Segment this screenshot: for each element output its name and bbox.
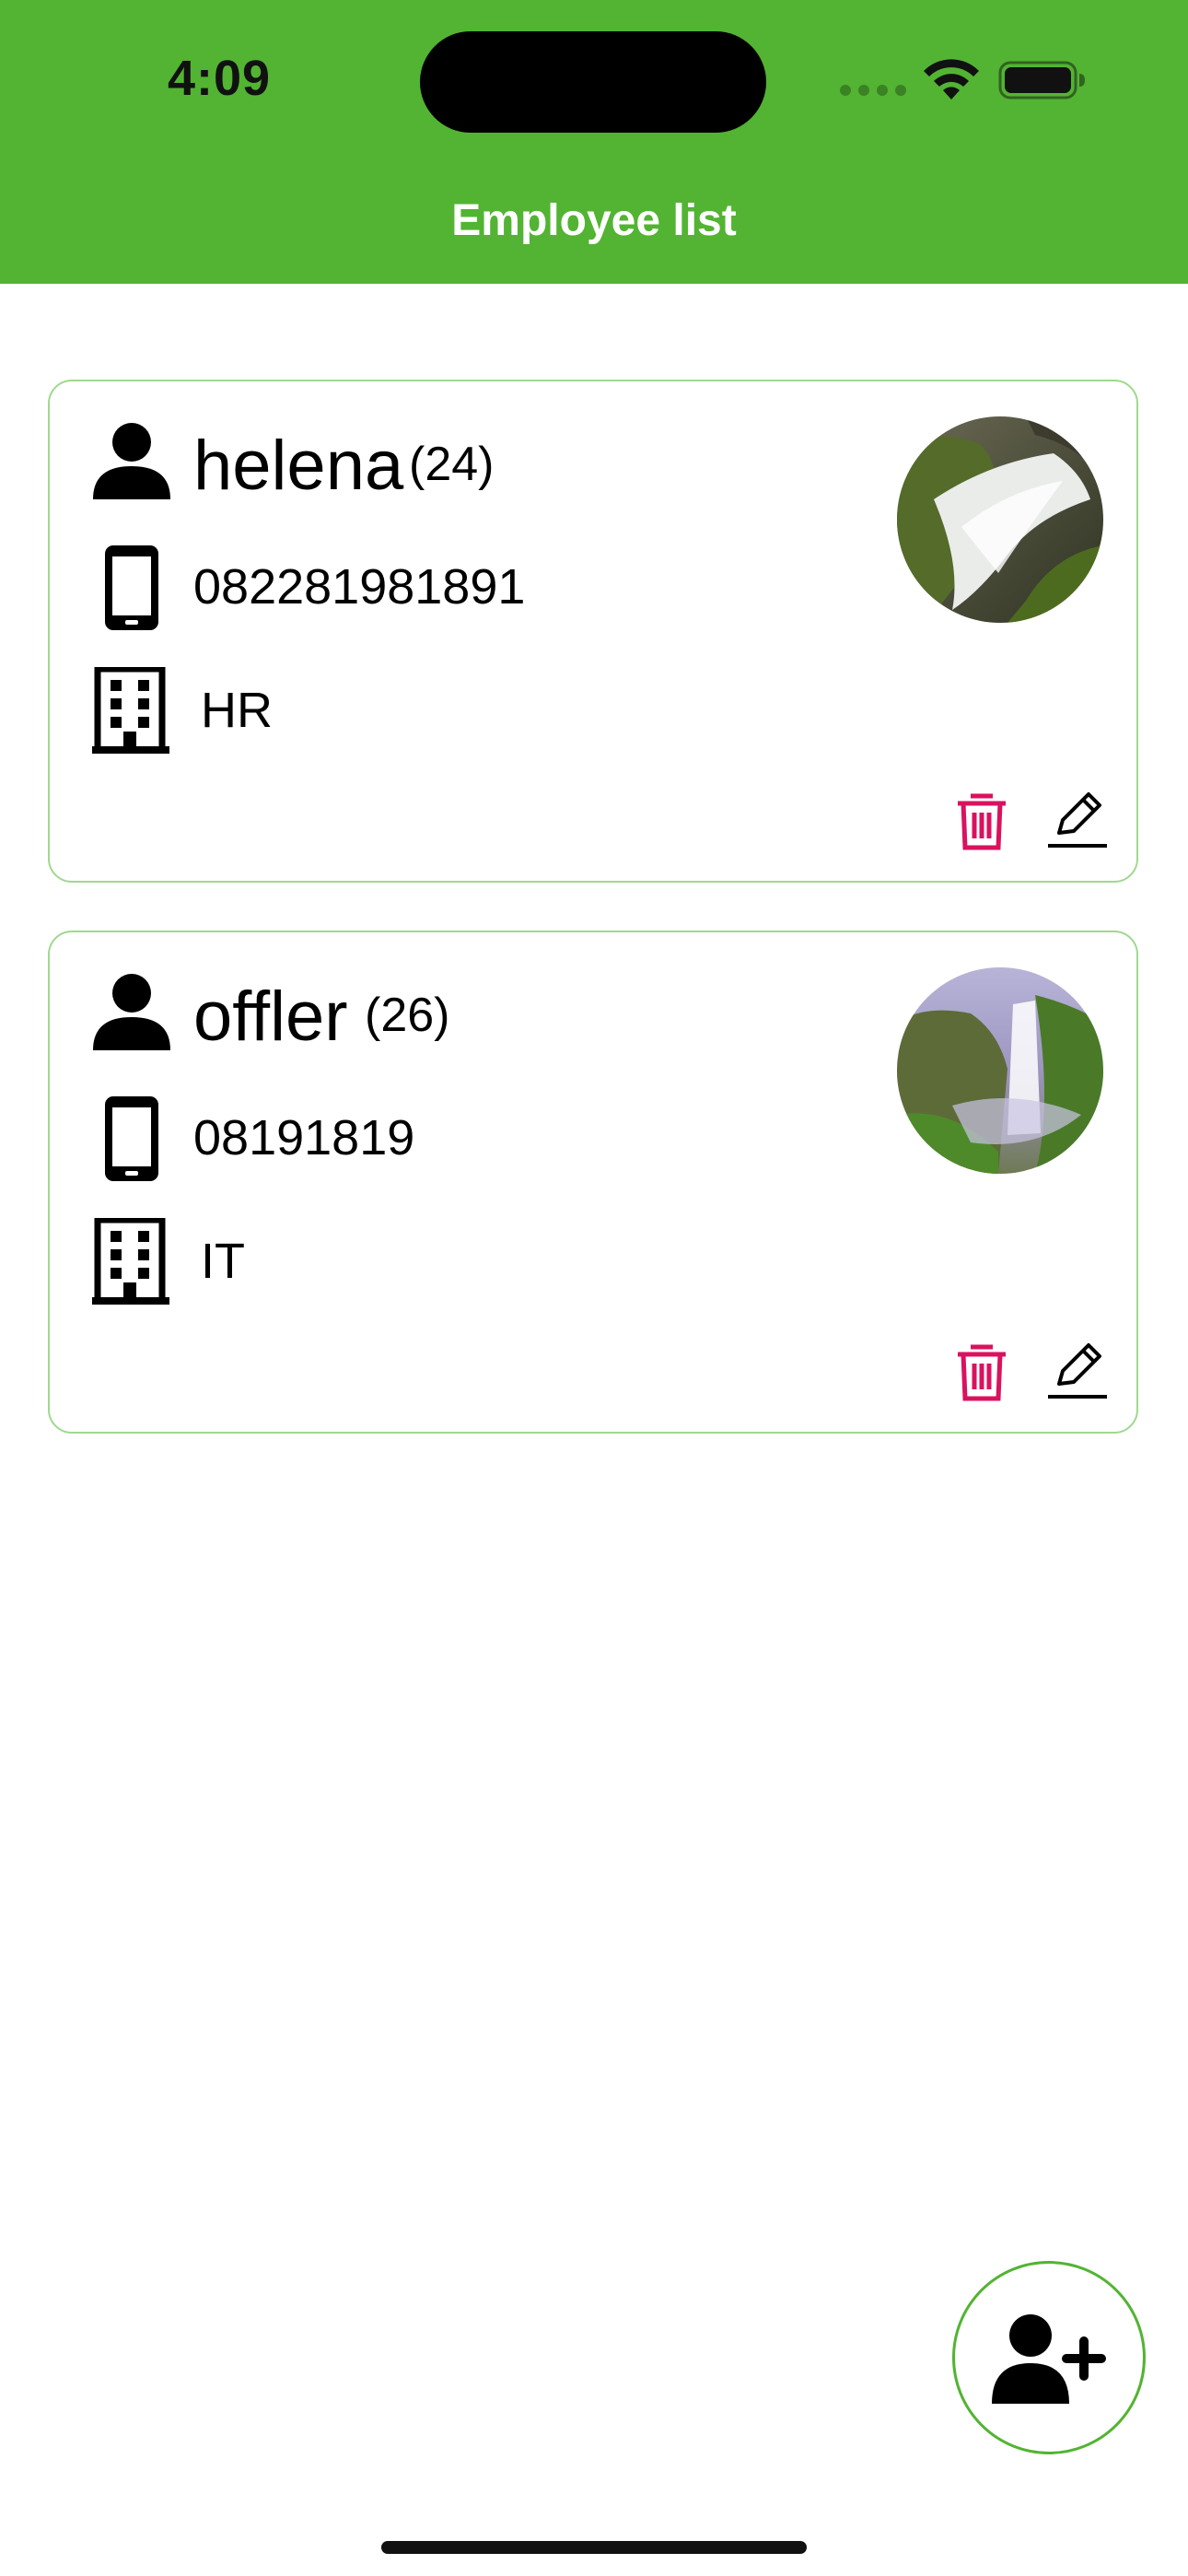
employee-age: (24) bbox=[409, 438, 495, 491]
employee-card[interactable]: offler (26) 08191819 IT bbox=[48, 931, 1138, 1434]
employee-photo bbox=[897, 416, 1103, 623]
edit-button[interactable] bbox=[1044, 785, 1111, 851]
page-title: Employee list bbox=[451, 196, 737, 245]
employee-phone: 08191819 bbox=[193, 1110, 415, 1165]
employee-card[interactable]: helena (24) 082281981891 HR bbox=[48, 380, 1138, 883]
smartphone-icon bbox=[105, 1096, 158, 1181]
employee-department: IT bbox=[201, 1234, 245, 1289]
edit-button[interactable] bbox=[1044, 1336, 1111, 1402]
delete-button[interactable] bbox=[949, 1338, 1015, 1404]
building-icon bbox=[92, 667, 169, 754]
dynamic-island bbox=[420, 31, 766, 133]
cellular-signal-icon bbox=[840, 85, 906, 96]
add-user-icon bbox=[992, 2314, 1106, 2404]
person-icon bbox=[93, 423, 170, 499]
wifi-icon bbox=[924, 59, 979, 100]
delete-button[interactable] bbox=[949, 787, 1015, 853]
add-employee-button[interactable] bbox=[952, 2261, 1146, 2454]
person-icon bbox=[93, 974, 170, 1050]
employee-department: HR bbox=[201, 683, 273, 738]
employee-name: helena bbox=[193, 427, 404, 505]
employee-age: (26) bbox=[365, 989, 450, 1042]
employee-phone: 082281981891 bbox=[193, 559, 526, 615]
battery-icon bbox=[998, 61, 1085, 100]
smartphone-icon bbox=[105, 545, 158, 630]
app-header: 4:09 Employee list bbox=[0, 0, 1188, 284]
building-icon bbox=[92, 1218, 169, 1305]
home-indicator bbox=[381, 2541, 807, 2554]
employee-name: offler bbox=[193, 978, 348, 1056]
status-time: 4:09 bbox=[168, 51, 272, 106]
employee-photo bbox=[897, 967, 1103, 1174]
